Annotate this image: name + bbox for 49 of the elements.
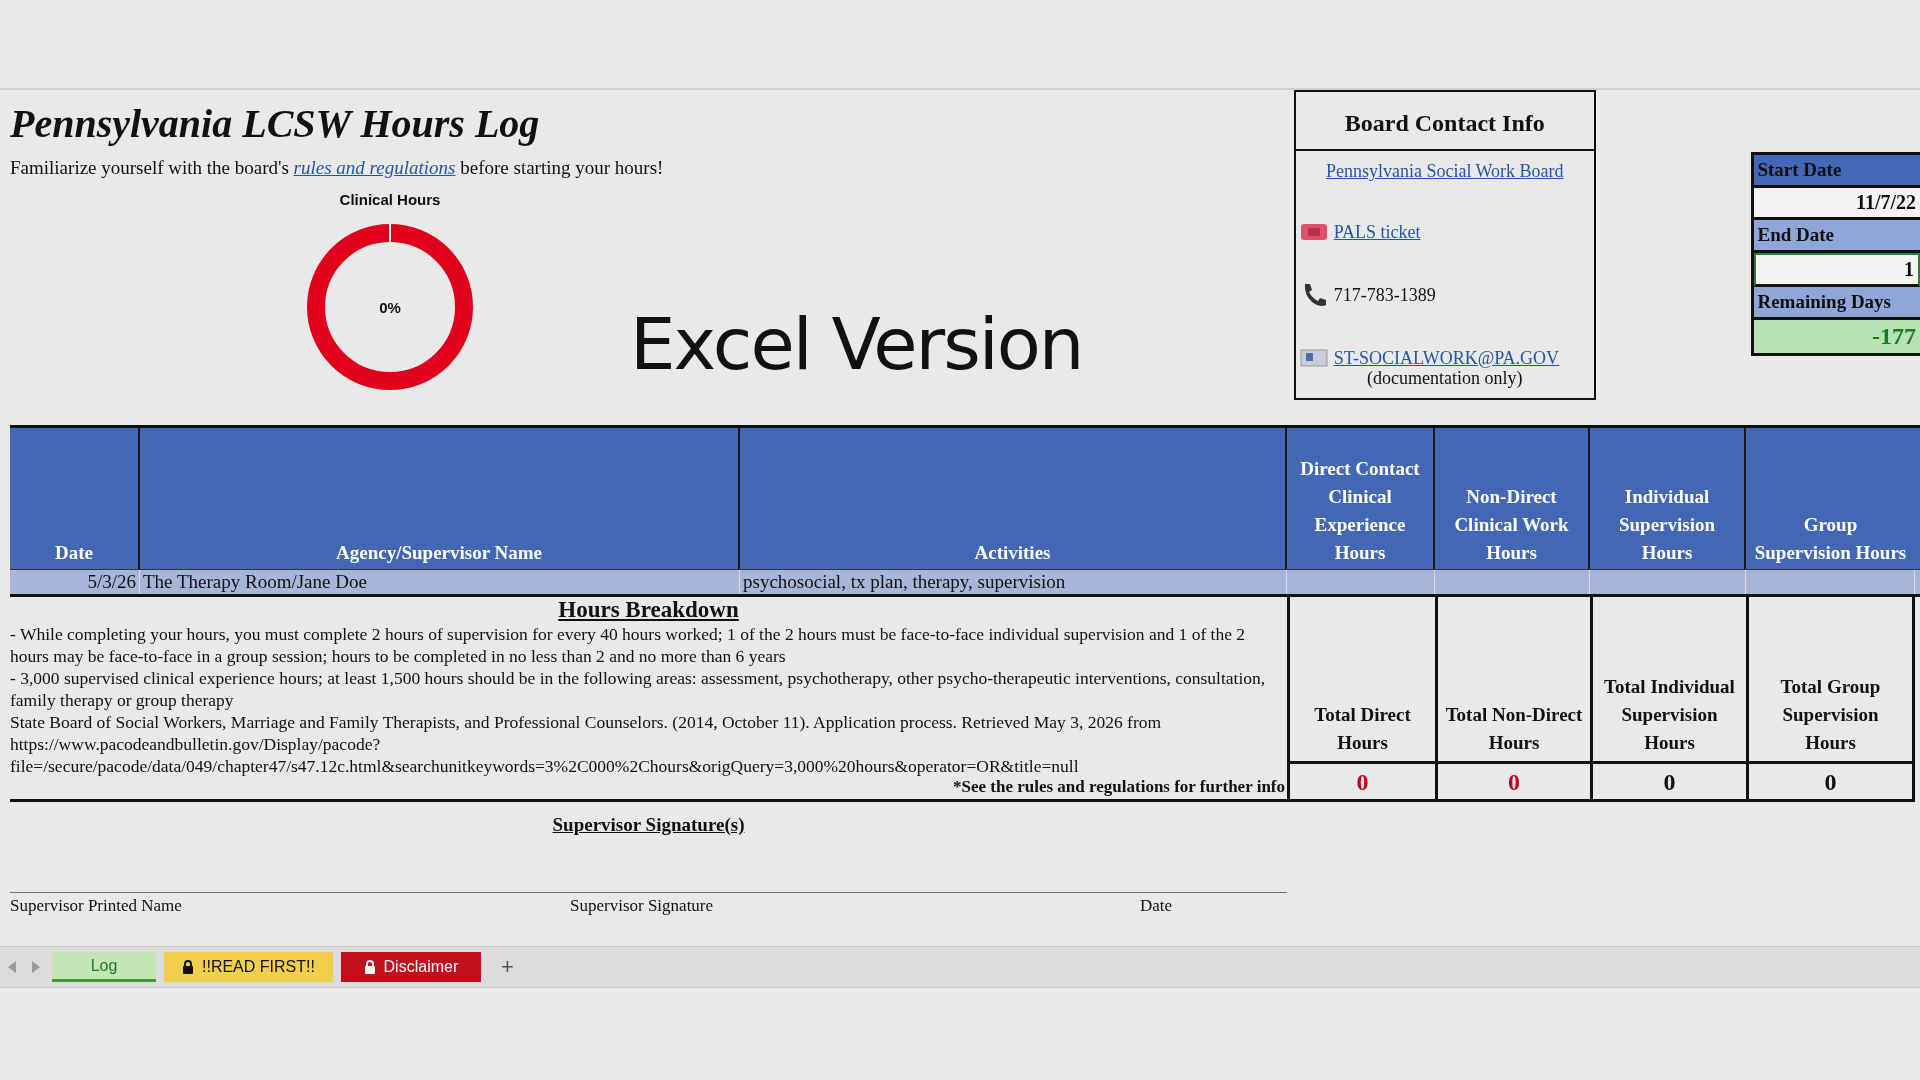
footnote: *See the rules and regulations for further info [953, 777, 1286, 797]
breakdown-title: Hours Breakdown [558, 597, 739, 623]
phone-number: 717-783-1389 [1333, 284, 1436, 306]
intro-text: Familiarize yourself with the board's rules and regulations before starting your hours! [10, 157, 664, 179]
total-label: Total Group Supervision Hours [1749, 597, 1912, 764]
rules-link[interactable]: rules and regulations [293, 157, 456, 178]
signature-title: Supervisor Signature(s) [552, 814, 745, 836]
total-label: Total Direct Hours [1290, 597, 1435, 764]
contact-link[interactable]: ST-SOCIALWORK@PA.GOV [1333, 347, 1560, 369]
mail-icon [1299, 348, 1328, 369]
prev-icon[interactable] [7, 961, 17, 973]
table-cell: 5/3/26 [10, 570, 140, 594]
next-icon[interactable] [31, 961, 41, 973]
date-label: End Date [1754, 220, 1920, 253]
sheet-title: Pennsylvania LCSW Hours Log [10, 100, 540, 147]
contact-link[interactable]: PALS ticket [1333, 221, 1421, 243]
version-label: Excel Version [630, 302, 1083, 386]
signature-label: Supervisor Printed Name [10, 895, 183, 916]
chart-title: Clinical Hours [339, 191, 441, 208]
breakdown-text: - 3,000 supervised clinical experience hours; at least 1,500 hours should be in the following areas: assessment, psychotherapy, other psycho-therapeutic interventions, consultation, family therapy or group therapy [10, 667, 1267, 711]
sheet-tab[interactable]: !!READ FIRST!! [164, 952, 333, 982]
column-header: Group Supervision Hours [1753, 513, 1908, 565]
total-value: 0 [1749, 764, 1912, 802]
date-label: Remaining Days [1754, 287, 1920, 320]
signature-label: Date [1140, 895, 1174, 916]
date-cell: 11/7/22 [1754, 188, 1920, 220]
total-value: 0 [1438, 764, 1590, 802]
table-cell: psychosocial, tx plan, therapy, supervision [740, 570, 1287, 594]
breakdown-text: State Board of Social Workers, Marriage and Family Therapists, and Professional Counselors. (2014, October 11). Application process. Retrieved May 3, 2026 from https://www.pacodeandbulletin.gov/Display/pacode?file=/secure/pacode/data/049/chapter47/s47.12c.html&searchunitkeywords=3%2C000%2Chours&origQuery=3,000%20hours&operator=OR&title=null [10, 711, 1163, 777]
signature-label: Supervisor Signature [570, 895, 715, 916]
percent-label: 0% [379, 298, 401, 316]
lock-icon [363, 960, 376, 974]
total-label: Total Individual Supervision Hours [1593, 597, 1746, 764]
total-value: 0 [1290, 764, 1435, 802]
add-sheet-button[interactable]: + [488, 954, 526, 980]
panel-title: Board Contact Info [1295, 92, 1594, 151]
contact-note: (documentation only) [1367, 367, 1523, 388]
sheet-tab[interactable]: Log [52, 952, 156, 982]
breakdown-text: - While completing your hours, you must complete 2 hours of supervision for every 40 hours worked; 1 of the 2 hours must be face-to-face individual supervision and 1 of the 2 hours may be face-to-face in a group session; hours to be completed in no less than 2 and no more than 6 years [10, 623, 1247, 667]
result-cell: -177 [1754, 320, 1920, 353]
total-label: Total Non-Direct Hours [1438, 597, 1590, 764]
table-cell: The Therapy Room/Jane Doe [140, 570, 740, 594]
total-value: 0 [1593, 764, 1746, 802]
board-link[interactable]: Pennsylvania Social Work Board [1325, 161, 1564, 181]
ticket-icon [1299, 222, 1328, 243]
date-field[interactable]: 1 [1754, 253, 1920, 287]
sheet-tab[interactable]: Disclaimer [340, 952, 481, 982]
date-label: Start Date [1754, 155, 1920, 188]
lock-icon [182, 960, 194, 974]
